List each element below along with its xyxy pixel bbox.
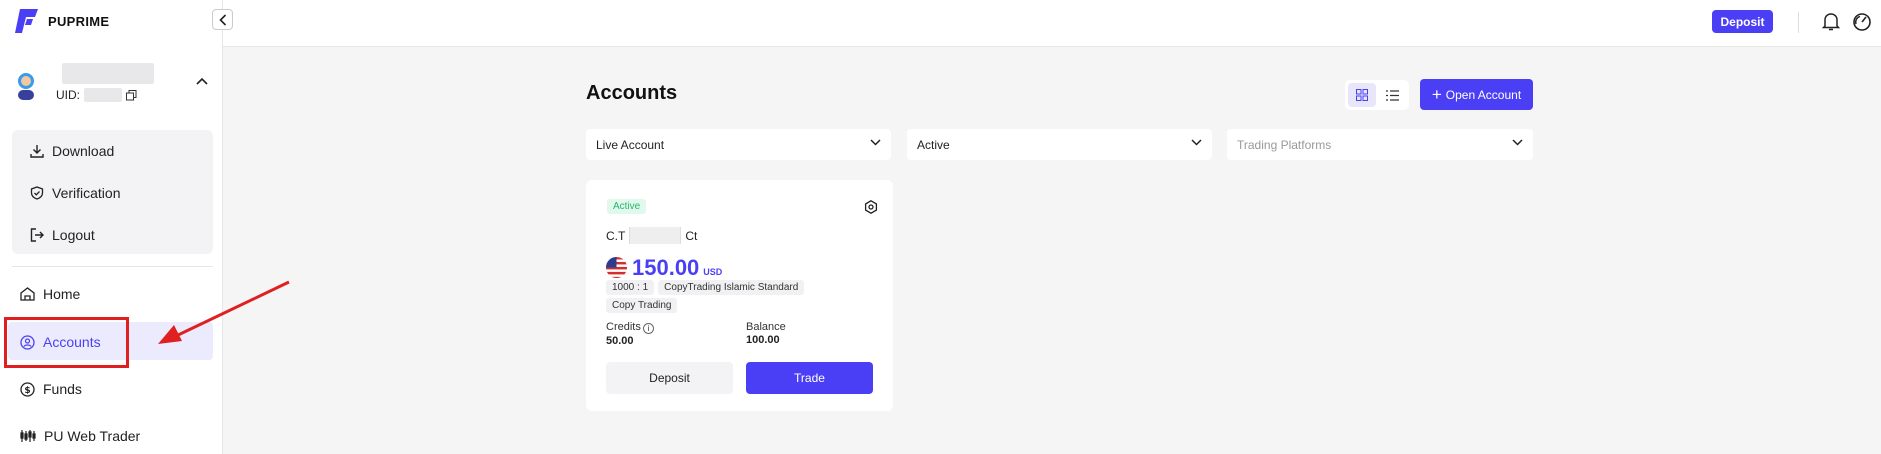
- status-badge: Active: [607, 199, 647, 214]
- plus-icon: +: [1431, 85, 1442, 104]
- menu-item-label: Logout: [52, 227, 95, 243]
- collapse-sidebar-button[interactable]: [212, 9, 233, 30]
- open-account-button[interactable]: + Open Account: [1420, 79, 1533, 110]
- select-placeholder: Trading Platforms: [1237, 137, 1332, 152]
- sidebar-item-label: PU Web Trader: [44, 428, 141, 444]
- user-menu: Download Verification Logout: [12, 130, 213, 254]
- logout-icon: [30, 228, 44, 242]
- currency: USD: [703, 267, 723, 277]
- list-icon: [1385, 89, 1399, 101]
- account-prefix: C.T: [606, 228, 626, 243]
- shield-check-icon: [30, 186, 44, 200]
- account-suffix: Ct: [685, 228, 698, 243]
- list-view-button[interactable]: [1378, 83, 1406, 107]
- grid-view-button[interactable]: [1348, 83, 1376, 107]
- chevron-left-icon: [218, 13, 226, 26]
- user-profile[interactable]: UID:: [12, 60, 216, 110]
- menu-item-verification[interactable]: Verification: [30, 185, 120, 201]
- credits-stat: Credits i 50.00: [606, 321, 654, 347]
- card-deposit-button[interactable]: Deposit: [606, 362, 733, 394]
- chevron-down-icon: [870, 139, 881, 146]
- sidebar-divider: [12, 266, 213, 267]
- account-number-row: C.T Ct: [606, 227, 697, 244]
- balance-amount: 150.00: [632, 255, 700, 280]
- credits-label: Credits: [606, 321, 641, 333]
- deposit-button[interactable]: Deposit: [1712, 10, 1773, 33]
- page-title: Accounts: [586, 82, 678, 104]
- trading-platforms-select[interactable]: Trading Platforms: [1227, 129, 1533, 160]
- dollar-circle-icon: $: [20, 381, 35, 397]
- logo[interactable]: PUPRIME: [14, 9, 109, 33]
- svg-text:$: $: [24, 386, 30, 396]
- sidebar-item-pu-web-trader[interactable]: PU Web Trader: [20, 428, 140, 444]
- menu-item-label: Download: [52, 143, 115, 159]
- balance-label: Balance: [746, 321, 786, 333]
- gear-icon[interactable]: [864, 200, 878, 214]
- topbar: Deposit: [223, 0, 1881, 47]
- trade-button[interactable]: Trade: [746, 362, 873, 394]
- select-value: Live Account: [596, 137, 665, 152]
- account-status-select[interactable]: Active: [907, 129, 1212, 160]
- account-card: Active C.T Ct 150.00 USD 1000 : 1 CopyTr…: [586, 180, 893, 411]
- us-flag-icon: [605, 256, 628, 279]
- puprime-logo-icon: [15, 9, 38, 33]
- account-tags: 1000 : 1 CopyTrading Islamic Standard: [606, 280, 805, 295]
- balance-stat: Balance 100.00: [746, 321, 786, 346]
- info-icon[interactable]: i: [642, 323, 654, 334]
- uid-row: UID:: [56, 88, 137, 102]
- home-icon: [20, 287, 35, 301]
- annotation-arrow-icon: [158, 280, 290, 344]
- chevron-down-icon: [1512, 139, 1523, 146]
- view-toggle: [1345, 80, 1409, 110]
- balance-row: 150.00 USD: [605, 252, 722, 281]
- annotation-highlight-box: [4, 317, 129, 368]
- avatar-icon: [18, 73, 34, 100]
- account-number-redacted: [629, 227, 682, 244]
- leverage-tag: 1000 : 1: [606, 280, 655, 295]
- menu-item-logout[interactable]: Logout: [30, 227, 95, 243]
- account-type-tag: CopyTrading Islamic Standard: [658, 280, 805, 295]
- open-account-label: Open Account: [1445, 87, 1522, 102]
- balance-value: 100.00: [746, 334, 780, 346]
- sidebar-item-home[interactable]: Home: [20, 286, 80, 302]
- menu-item-download[interactable]: Download: [30, 143, 114, 159]
- select-value: Active: [917, 137, 950, 152]
- account-type-select[interactable]: Live Account: [586, 129, 891, 160]
- copy-trading-tag: Copy Trading: [606, 298, 678, 313]
- uid-label: UID:: [56, 88, 80, 102]
- user-name-redacted: [62, 63, 154, 84]
- brand-name: PUPRIME: [48, 13, 110, 29]
- menu-item-label: Verification: [52, 185, 121, 201]
- speedometer-icon[interactable]: [1852, 12, 1872, 32]
- sidebar-item-funds[interactable]: $ Funds: [20, 381, 82, 397]
- chevron-up-icon[interactable]: [196, 77, 208, 85]
- web-trader-icon: [20, 430, 36, 442]
- bell-icon[interactable]: [1822, 12, 1840, 32]
- sidebar-item-label: Home: [43, 286, 81, 302]
- topbar-divider: [1798, 12, 1799, 33]
- copy-icon[interactable]: [126, 89, 137, 101]
- sidebar: PUPRIME UID: Download Verification Logou…: [0, 0, 223, 454]
- chevron-down-icon: [1191, 139, 1202, 146]
- credits-value: 50.00: [606, 335, 634, 347]
- grid-icon: [1356, 89, 1368, 101]
- download-icon: [30, 145, 44, 158]
- account-tags-secondary: Copy Trading: [606, 298, 678, 313]
- uid-value-redacted: [84, 88, 122, 102]
- sidebar-item-label: Funds: [43, 381, 82, 397]
